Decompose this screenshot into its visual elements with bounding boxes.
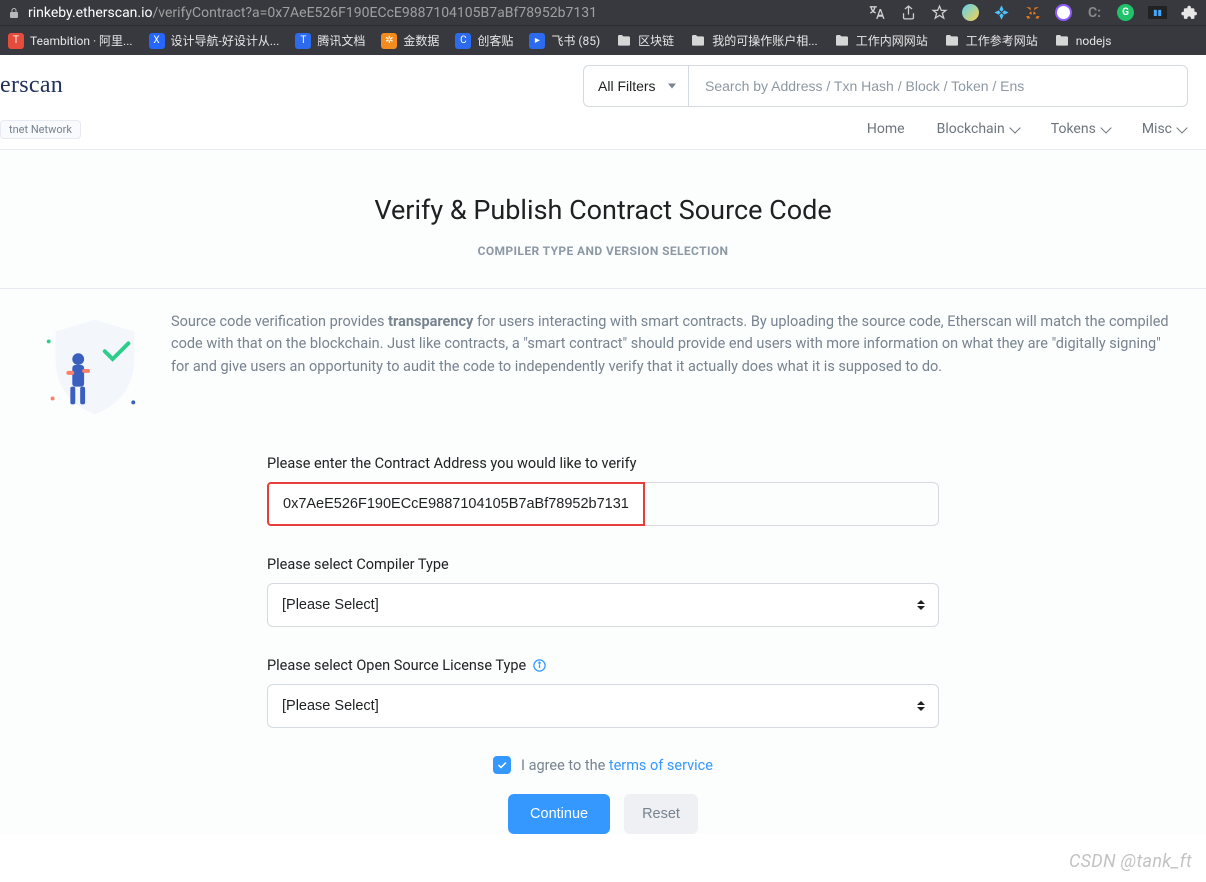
select-arrows-icon [917,600,925,610]
star-icon[interactable] [931,4,948,21]
ext-icon-1[interactable] [962,4,979,21]
ext-icon-5[interactable]: C: [1086,4,1103,21]
main-nav: Home Blockchain Tokens Misc [18,107,1188,149]
watermark: CSDN @tank_ft [1069,851,1192,872]
bookmark-folder[interactable]: 区块链 [616,32,674,49]
bookmark-item[interactable]: ▸飞书 (85) [529,32,600,49]
bookmark-item[interactable]: X设计导航-好设计从... [149,32,280,49]
url-path: /verifyContract?a=0x7AeE526F190ECcE98871… [153,5,598,21]
continue-button[interactable]: Continue [508,794,610,834]
lock-icon [8,7,20,19]
select-arrows-icon [917,701,925,711]
etherscan-logo[interactable]: erscan [0,72,63,99]
terms-link[interactable]: terms of service [609,757,713,774]
bookmark-folder[interactable]: 我的可操作账户相... [690,32,818,49]
info-icon[interactable] [532,658,547,673]
license-type-select[interactable]: [Please Select] [267,684,939,728]
address-input-extension[interactable] [645,482,939,526]
intro-text: Source code verification provides transp… [171,311,1175,378]
chevron-down-icon [1100,122,1111,133]
agree-text: I agree to the terms of service [521,757,713,774]
compiler-label: Please select Compiler Type [267,556,939,573]
nav-blockchain[interactable]: Blockchain [937,121,1019,137]
ext-icon-6[interactable]: G [1117,4,1134,21]
browser-url-bar: rinkeby.etherscan.io /verifyContract?a=0… [0,0,1206,25]
ext-icon-2[interactable] [993,4,1010,21]
search-wrap: All Filters [583,65,1188,107]
nav-misc[interactable]: Misc [1142,121,1186,137]
search-filter-select[interactable]: All Filters [583,65,688,107]
reset-button[interactable]: Reset [624,794,698,834]
site-header: erscan All Filters tnet Network Home Blo… [0,55,1206,150]
bookmark-item[interactable]: ✲金数据 [381,32,439,49]
bookmark-folder[interactable]: nodejs [1054,33,1112,49]
nav-tokens[interactable]: Tokens [1051,121,1110,137]
page-subtitle: COMPILER TYPE AND VERSION SELECTION [0,244,1206,258]
nav-home[interactable]: Home [867,121,905,137]
bookmark-item[interactable]: TTeambition · 阿里... [8,32,133,49]
compiler-type-select[interactable]: [Please Select] [267,583,939,627]
page-title: Verify & Publish Contract Source Code [0,194,1206,226]
license-label: Please select Open Source License Type [267,657,939,674]
ext-icon-7[interactable]: ▮▮ [1148,6,1167,19]
bookmark-item[interactable]: C创客贴 [455,32,513,49]
verify-illustration [31,311,149,421]
agree-checkbox[interactable] [493,756,511,774]
share-icon[interactable] [900,4,917,21]
verify-form: Please enter the Contract Address you wo… [259,455,947,834]
search-input[interactable] [688,65,1188,107]
network-badge: tnet Network [0,120,81,139]
ext-icon-4[interactable] [1055,4,1072,21]
bookmarks-bar: TTeambition · 阿里... X设计导航-好设计从... T腾讯文档 … [0,25,1206,55]
bookmark-folder[interactable]: 工作内网网站 [834,32,928,49]
url-host: rinkeby.etherscan.io [28,5,153,21]
bookmark-item[interactable]: T腾讯文档 [295,32,365,49]
bookmark-folder[interactable]: 工作参考网站 [944,32,1038,49]
page-body: Verify & Publish Contract Source Code CO… [0,150,1206,834]
chevron-down-icon [1176,122,1187,133]
address-label: Please enter the Contract Address you wo… [267,455,939,472]
extensions-icon[interactable] [1181,4,1198,21]
translate-icon[interactable] [869,4,886,21]
metamask-icon[interactable] [1024,4,1041,21]
contract-address-input[interactable] [267,482,645,526]
chevron-down-icon [1009,122,1020,133]
